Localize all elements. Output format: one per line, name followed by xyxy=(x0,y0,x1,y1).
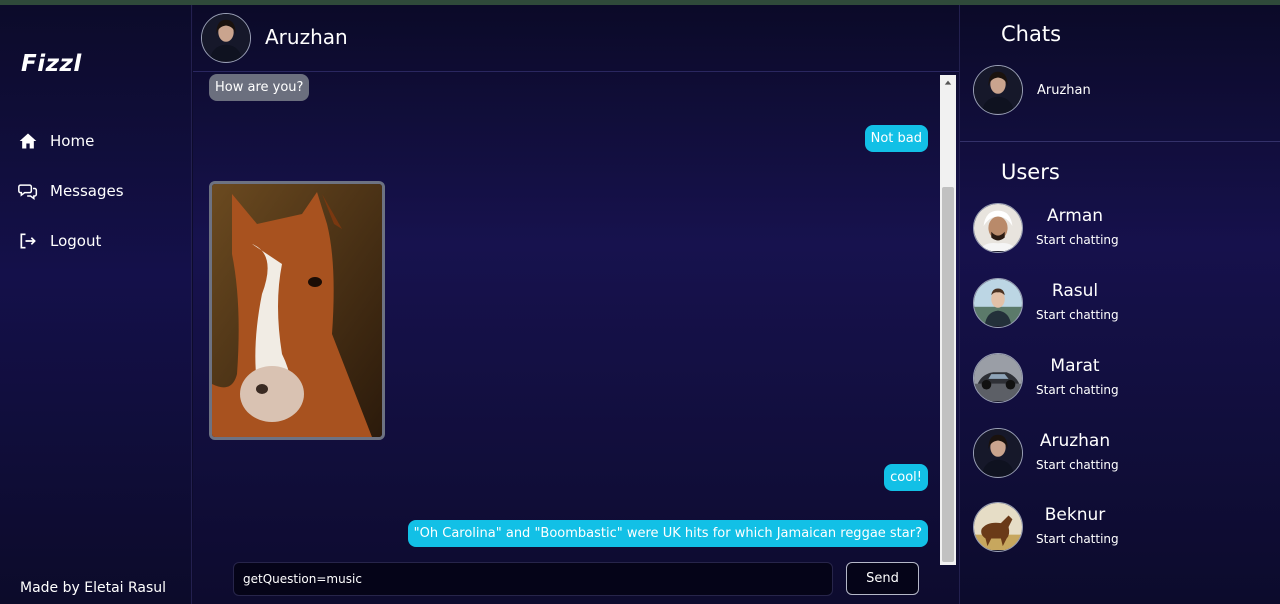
nav-logout[interactable]: Logout xyxy=(18,231,101,251)
brand-logo[interactable]: Fizzl xyxy=(21,51,82,77)
woman-portrait-avatar-icon xyxy=(974,429,1022,476)
man-headscarf-avatar-icon xyxy=(974,204,1022,251)
chat-bubbles-icon xyxy=(18,184,38,200)
message-incoming: How are you? xyxy=(209,74,310,101)
user-name: Rasul xyxy=(1051,281,1099,301)
nav-home-label: Home xyxy=(50,132,95,150)
nav-messages-label: Messages xyxy=(50,182,124,200)
message-scrollbar[interactable] xyxy=(940,75,956,565)
user-name: Beknur xyxy=(1044,505,1106,525)
chat-item-name: Aruzhan xyxy=(1037,82,1091,98)
sports-car-avatar-icon xyxy=(974,354,1022,401)
chat-avatar xyxy=(973,65,1023,115)
user-subtitle: Start chatting xyxy=(1036,383,1119,397)
left-sidebar: Fizzl Home Messages Logout Made by Eleta… xyxy=(0,5,192,604)
logout-icon xyxy=(20,233,36,249)
user-item-rasul[interactable]: Rasul Start chatting xyxy=(973,278,1273,330)
nav-home[interactable]: Home xyxy=(18,131,94,151)
woman-portrait-avatar-icon xyxy=(202,14,250,61)
message-outgoing: Not bad xyxy=(864,125,928,152)
chat-panel: Aruzhan How are you? Not bad cool! "Oh C… xyxy=(193,5,959,604)
users-heading: Users xyxy=(1001,160,1060,184)
footer-credit: Made by Eletai Rasul xyxy=(20,580,167,596)
user-avatar xyxy=(973,353,1023,403)
user-avatar xyxy=(973,428,1023,478)
user-item-aruzhan[interactable]: Aruzhan Start chatting xyxy=(973,428,1273,480)
home-icon xyxy=(19,133,37,149)
user-name: Aruzhan xyxy=(1039,431,1111,451)
chats-heading: Chats xyxy=(1001,22,1062,46)
user-item-arman[interactable]: Arman Start chatting xyxy=(973,203,1273,255)
message-list: How are you? Not bad cool! "Oh Carolina"… xyxy=(193,73,938,563)
horse-avatar-icon xyxy=(974,503,1022,550)
message-outgoing: "Oh Carolina" and "Boombastic" were UK h… xyxy=(407,520,928,547)
young-man-avatar-icon xyxy=(974,279,1022,326)
user-subtitle: Start chatting xyxy=(1036,458,1119,472)
user-subtitle: Start chatting xyxy=(1036,233,1119,247)
message-composer: Send xyxy=(233,562,919,596)
user-subtitle: Start chatting xyxy=(1036,532,1119,546)
message-input[interactable] xyxy=(233,562,833,596)
nav-logout-label: Logout xyxy=(50,232,102,250)
scrollbar-thumb[interactable] xyxy=(942,187,954,562)
image-message[interactable] xyxy=(209,181,385,440)
user-item-marat[interactable]: Marat Start chatting xyxy=(973,353,1273,405)
panel-divider xyxy=(960,141,1280,142)
user-subtitle: Start chatting xyxy=(1036,308,1119,322)
horse-photo-icon xyxy=(212,184,382,437)
chat-header: Aruzhan xyxy=(193,5,959,72)
send-button[interactable]: Send xyxy=(846,562,919,595)
user-name: Arman xyxy=(1046,206,1104,226)
woman-portrait-avatar-icon xyxy=(974,66,1022,113)
contact-avatar[interactable] xyxy=(201,13,251,63)
contact-name: Aruzhan xyxy=(265,25,348,49)
right-panel: Chats Aruzhan Users Arman Start chatting xyxy=(959,5,1280,604)
message-outgoing: cool! xyxy=(884,464,928,491)
nav-messages[interactable]: Messages xyxy=(18,181,124,201)
chat-item-aruzhan[interactable]: Aruzhan xyxy=(973,65,1091,115)
user-avatar xyxy=(973,502,1023,552)
user-avatar xyxy=(973,278,1023,328)
user-item-beknur[interactable]: Beknur Start chatting xyxy=(973,502,1273,554)
user-name: Marat xyxy=(1050,356,1100,376)
user-avatar xyxy=(973,203,1023,253)
scroll-up-arrow-icon[interactable] xyxy=(940,75,956,91)
